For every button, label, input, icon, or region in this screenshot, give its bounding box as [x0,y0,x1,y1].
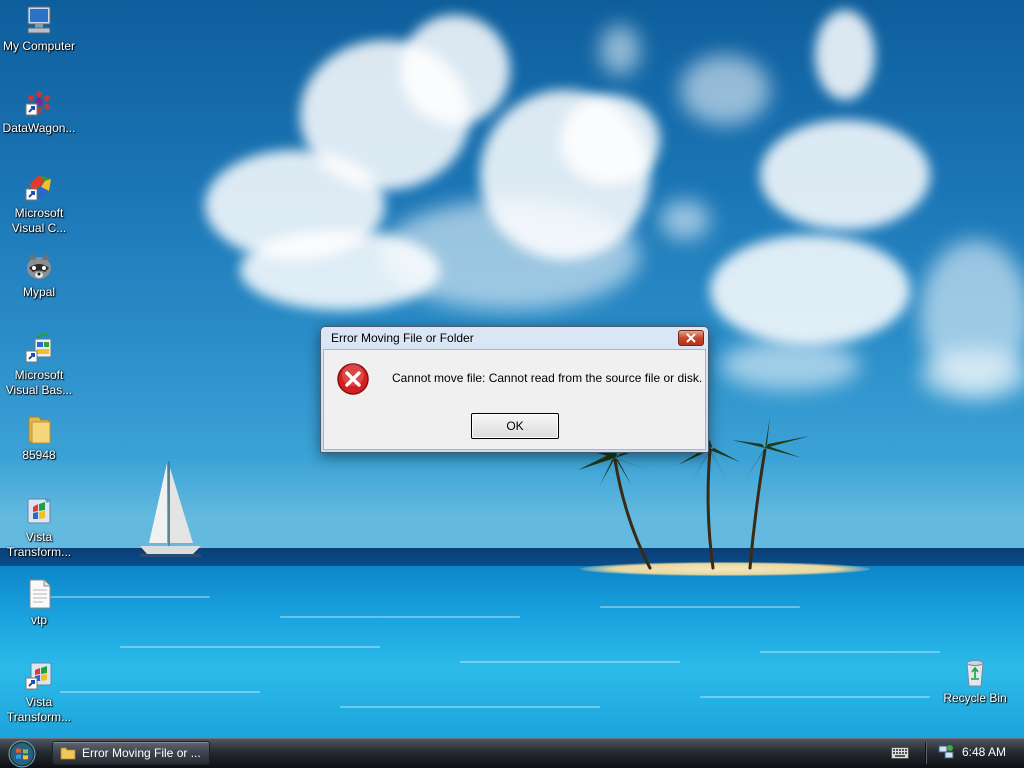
desktop-icon-label-line1: Microsoft [14,206,64,220]
taskbar-clock[interactable]: 6:48 AM [962,745,1006,759]
desktop-icon-label-line1: Vista [25,695,53,709]
error-dialog: Error Moving File or Folder Cannot move … [320,326,709,453]
desktop-icon-my-computer[interactable]: My Computer [0,4,78,54]
desktop-icon-mypal[interactable]: Mypal [0,250,78,300]
close-icon [686,333,696,343]
ok-button[interactable]: OK [471,413,559,439]
error-icon [337,363,369,395]
my-computer-icon [27,6,51,34]
visual-c-shortcut-icon [25,175,51,201]
desktop-icon-label-line1: Microsoft [14,368,64,382]
desktop-icon-label: 85948 [22,448,56,462]
desktop-icon-label: DataWagon... [2,121,76,135]
recycle-bin-icon [966,660,984,687]
desktop-icon-label-line2: Transform... [6,710,72,724]
taskbar-item-error-dialog[interactable]: Error Moving File or ... [52,741,210,765]
visual-basic-shortcut-icon [25,333,52,363]
dialog-close-button[interactable] [678,330,704,346]
desktop-icon-label-line2: Transform... [6,545,72,559]
text-file-icon [29,579,51,609]
desktop-icon-vtp[interactable]: vtp [0,578,78,628]
dialog-titlebar[interactable]: Error Moving File or Folder [321,327,708,349]
desktop-icon-vista-transform-shortcut[interactable]: Vista Transform... [0,660,78,725]
taskbar-item-label: Error Moving File or ... [82,746,201,760]
start-button[interactable] [2,740,42,768]
desktop-icon-label: Mypal [22,285,55,299]
desktop-icon-vista-transform[interactable]: Vista Transform... [0,495,78,560]
desktop-icon-label: vtp [30,613,47,627]
desktop-icon-label: My Computer [2,39,76,53]
desktop-icon-folder-85948[interactable]: 85948 [0,413,78,463]
datawagon-shortcut-icon [25,91,50,116]
dialog-title: Error Moving File or Folder [331,331,474,345]
folder-icon [60,747,76,760]
sailboat-image [140,461,201,557]
network-icon[interactable] [938,744,954,760]
desktop-icon-label-line1: Vista [25,530,53,544]
vista-transform-icon [27,497,51,524]
sea [0,566,1024,738]
folder-icon [28,416,51,444]
tray-separator [925,742,926,764]
keyboard-icon[interactable] [891,747,909,759]
desktop-icon-datawagon[interactable]: DataWagon... [0,86,78,136]
vista-transform-shortcut-icon [25,662,52,690]
desktop-icon-recycle-bin[interactable]: Recycle Bin [936,656,1014,706]
mypal-browser-icon [27,253,51,279]
desktop-icon-label: Recycle Bin [943,691,1007,705]
desktop-icon-label-line2: Visual Bas... [5,383,73,397]
dialog-message: Cannot move file: Cannot read from the s… [392,371,703,385]
dialog-body: Cannot move file: Cannot read from the s… [323,349,706,450]
desktop-icon-visual-c[interactable]: Microsoft Visual C... [0,171,78,236]
desktop-icon-label-line2: Visual C... [11,221,67,235]
windows-logo-icon [8,740,36,768]
desktop-icon-visual-basic[interactable]: Microsoft Visual Bas... [0,333,78,398]
